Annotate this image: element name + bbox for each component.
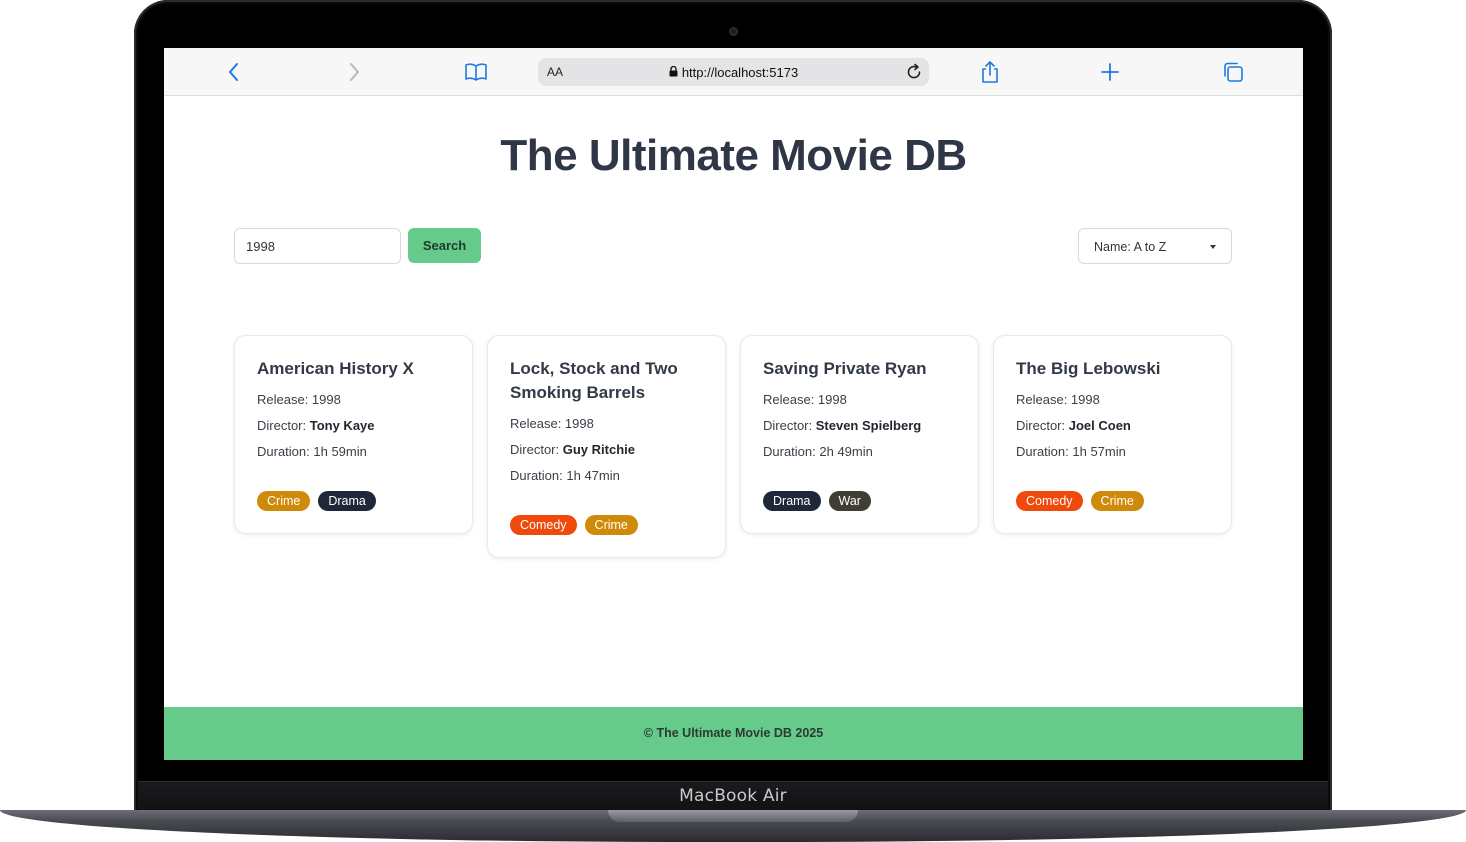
genre-tag: Drama: [318, 491, 376, 511]
search-button[interactable]: Search: [408, 228, 481, 263]
back-icon[interactable]: [222, 60, 246, 84]
url-text: http://localhost:5173: [681, 65, 799, 80]
movie-duration: Duration: 1h 47min: [510, 468, 620, 483]
movie-release: Release: 1998: [510, 416, 594, 431]
genre-tag: Crime: [257, 491, 311, 511]
movie-duration: Duration: 1h 57min: [1016, 444, 1126, 459]
genre-tags: Comedy Crime: [510, 515, 703, 535]
reload-icon[interactable]: [904, 62, 924, 82]
genre-tag: Crime: [1090, 491, 1144, 511]
genre-tag: Drama: [763, 491, 821, 511]
movie-director: Director: Joel Coen: [1016, 418, 1131, 433]
genre-tag: Crime: [584, 515, 638, 535]
genre-tags: Drama War: [763, 491, 956, 511]
footer-copyright: © The Ultimate Movie DB 2025: [643, 726, 824, 740]
genre-tags: Comedy Crime: [1016, 491, 1209, 511]
search-input[interactable]: [234, 228, 401, 264]
caret-down-icon: [1210, 245, 1216, 249]
page-footer: © The Ultimate Movie DB 2025: [164, 707, 1303, 760]
new-tab-icon[interactable]: [1098, 60, 1122, 84]
laptop-notch: [608, 810, 858, 822]
movie-release: Release: 1998: [257, 392, 341, 407]
movie-duration: Duration: 2h 49min: [763, 444, 873, 459]
browser-toolbar: AA http://localhost:5173: [164, 48, 1303, 96]
movie-title: Saving Private Ryan: [763, 359, 927, 378]
genre-tag: Comedy: [1016, 491, 1083, 511]
sort-selected-value: Name: A to Z: [1094, 240, 1167, 254]
movie-director: Director: Guy Ritchie: [510, 442, 635, 457]
movie-duration: Duration: 1h 59min: [257, 444, 367, 459]
movie-title: American History X: [257, 359, 414, 378]
movie-title: The Big Lebowski: [1016, 359, 1161, 378]
address-bar[interactable]: AA http://localhost:5173: [538, 58, 929, 86]
camera: [729, 27, 738, 36]
device-brand-label: MacBook Air: [679, 786, 787, 806]
movie-release: Release: 1998: [1016, 392, 1100, 407]
movie-card[interactable]: Lock, Stock and Two Smoking Barrels Rele…: [487, 335, 726, 558]
sort-select[interactable]: Name: A to Z: [1078, 228, 1232, 264]
page-title: The Ultimate Movie DB: [500, 131, 967, 180]
genre-tag: War: [828, 491, 871, 511]
genre-tags: Crime Drama: [257, 491, 450, 511]
bookmarks-icon[interactable]: [464, 60, 488, 84]
lock-icon: [669, 65, 678, 80]
movie-title: Lock, Stock and Two Smoking Barrels: [510, 359, 678, 402]
movie-card[interactable]: American History X Release: 1998 Directo…: [234, 335, 473, 534]
movie-card[interactable]: Saving Private Ryan Release: 1998 Direct…: [740, 335, 979, 534]
movie-card[interactable]: The Big Lebowski Release: 1998 Director:…: [993, 335, 1232, 534]
movie-director: Director: Steven Spielberg: [763, 418, 922, 433]
tabs-overview-icon[interactable]: [1221, 60, 1245, 84]
genre-tag: Comedy: [510, 515, 577, 535]
screen: AA http://localhost:5173 The Ultimate Mo…: [164, 48, 1303, 760]
movie-release: Release: 1998: [763, 392, 847, 407]
forward-icon[interactable]: [342, 60, 366, 84]
movie-director: Director: Tony Kaye: [257, 418, 375, 433]
url-display[interactable]: http://localhost:5173: [538, 65, 929, 80]
share-icon[interactable]: [978, 60, 1002, 84]
